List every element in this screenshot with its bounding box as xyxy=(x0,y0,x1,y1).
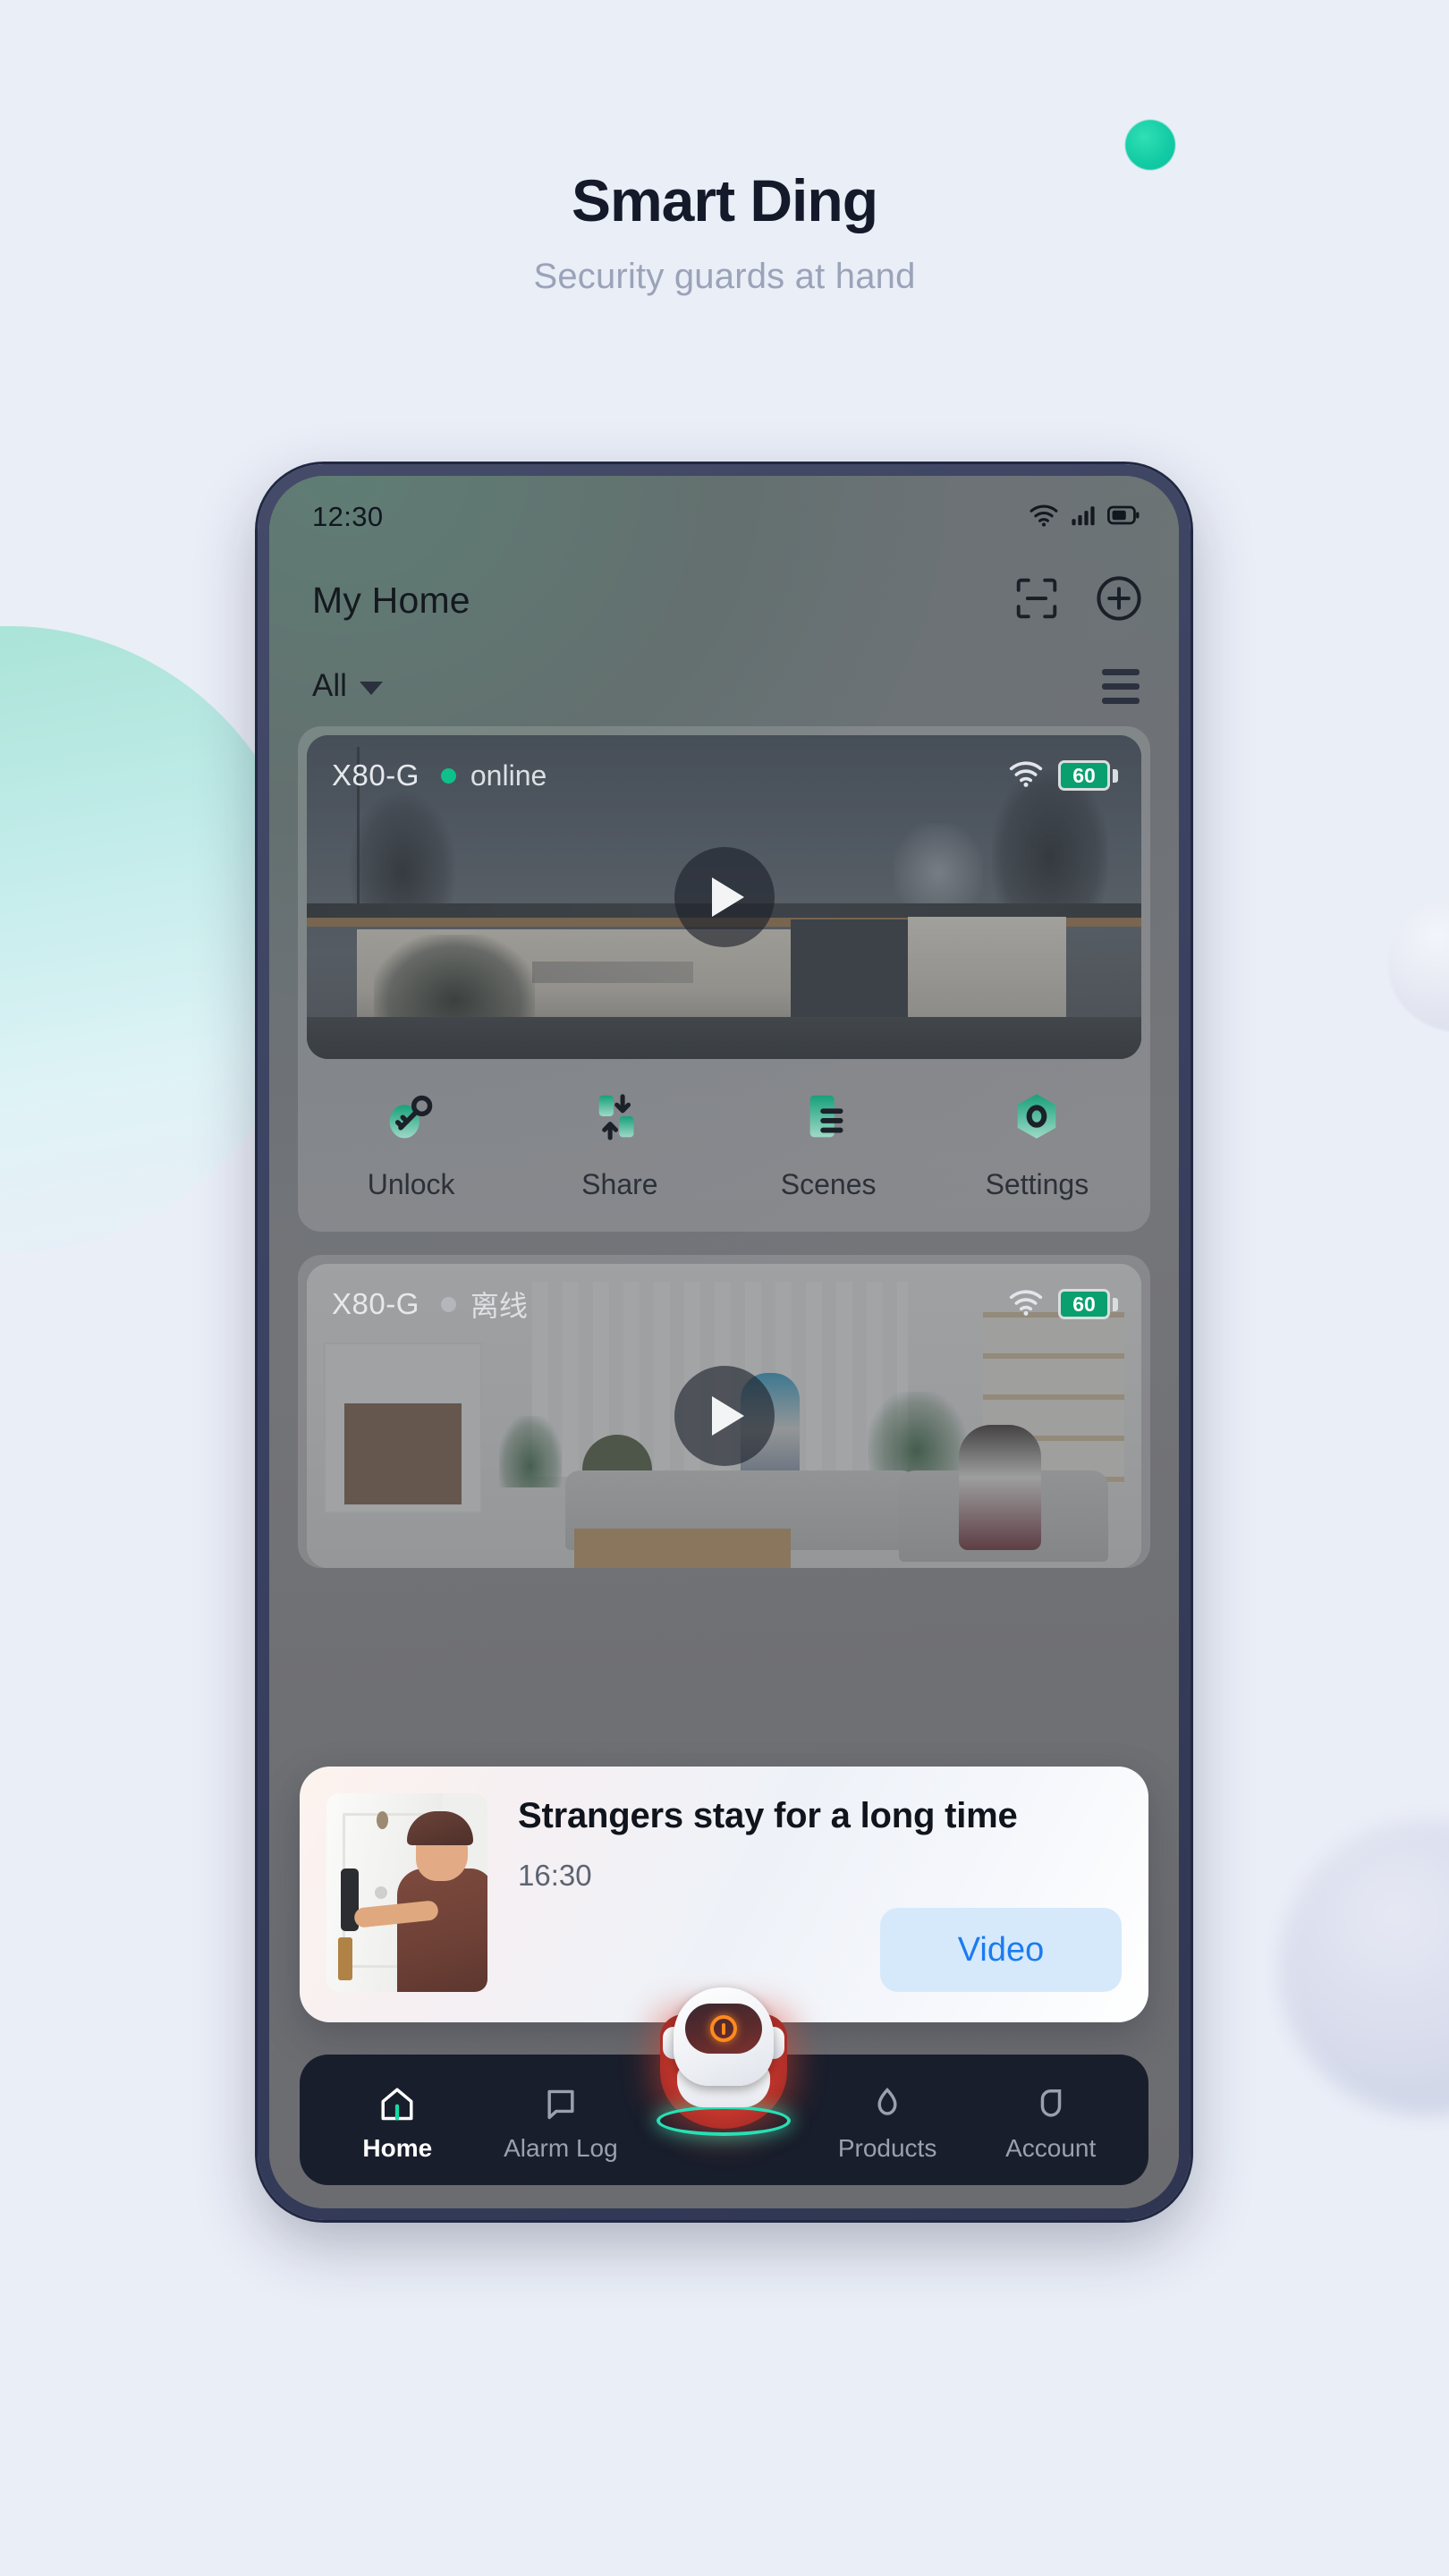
nav-label: Account xyxy=(1005,2134,1097,2162)
battery-icon xyxy=(1107,504,1140,530)
view-video-button[interactable]: Video xyxy=(880,1908,1122,1992)
filter-bar: All xyxy=(269,648,1179,724)
device-name: X80-G xyxy=(332,758,419,792)
robot-base-ring xyxy=(657,2106,792,2136)
battery-tip xyxy=(1113,768,1118,783)
alert-title: Strangers stay for a long time xyxy=(518,1796,1018,1835)
phone-screen: 12:30 My Home All X80-G online 60 Unlock… xyxy=(269,476,1179,2208)
device-identity: X80-G online xyxy=(332,758,547,792)
robot-alert-icon xyxy=(710,2015,738,2042)
alert-actions: Video xyxy=(518,1908,1122,1992)
app-bar: My Home xyxy=(269,558,1179,642)
key-unlock-icon xyxy=(379,1086,444,1150)
chat-bubble-icon xyxy=(541,2082,580,2123)
phone-mockup: 12:30 My Home All X80-G online 60 Unlock… xyxy=(258,464,1191,2220)
scan-icon xyxy=(1015,577,1058,624)
nav-label: Alarm Log xyxy=(504,2134,618,2162)
alert-content: Strangers stay for a long time 16:30 Vid… xyxy=(518,1793,1122,1992)
device-overlay-header: X80-G online 60 xyxy=(307,735,1141,816)
green-dot-decoration xyxy=(1125,120,1175,170)
action-label: Settings xyxy=(985,1168,1089,1200)
scan-button[interactable] xyxy=(1009,572,1064,628)
action-label: Unlock xyxy=(367,1168,455,1200)
page-subtitle: Security guards at hand xyxy=(533,256,916,296)
share-swap-icon xyxy=(588,1086,652,1150)
play-icon xyxy=(712,1396,744,1436)
status-bar-time: 12:30 xyxy=(312,501,384,532)
status-bar-icons xyxy=(1029,504,1140,531)
leaf-drop-icon xyxy=(868,2082,907,2123)
robot-visor xyxy=(685,2004,763,2054)
battery-indicator: 60 xyxy=(1058,760,1118,791)
person-outline-icon xyxy=(1031,2082,1071,2123)
status-bar: 12:30 xyxy=(269,476,1179,558)
home-icon xyxy=(377,2082,418,2123)
wifi-icon xyxy=(1008,1289,1044,1320)
device-action-row: Unlock Share Scenes Settings xyxy=(298,1059,1150,1232)
device-indicators: 60 xyxy=(1008,760,1118,792)
battery-indicator: 60 xyxy=(1058,1289,1118,1319)
nav-label: Home xyxy=(362,2134,433,2162)
chevron-down-icon xyxy=(359,681,383,695)
action-scenes[interactable]: Scenes xyxy=(724,1086,933,1201)
status-dot xyxy=(440,767,456,784)
nav-item-products[interactable]: Products xyxy=(806,2077,970,2163)
play-button[interactable] xyxy=(674,847,775,947)
plus-circle-icon xyxy=(1096,575,1142,626)
battery-level-label: 60 xyxy=(1058,1289,1110,1319)
hamburger-menu-icon[interactable] xyxy=(1102,668,1140,704)
device-video-thumbnail[interactable]: X80-G online 60 xyxy=(307,735,1141,1059)
nav-item-account[interactable]: Account xyxy=(969,2077,1132,2163)
small-sphere-decoration xyxy=(1388,898,1449,1032)
home-title: My Home xyxy=(312,579,470,621)
bottom-navigation: Home Alarm Log Products Account xyxy=(300,1987,1148,2185)
nav-item-home[interactable]: Home xyxy=(316,2077,479,2163)
play-icon xyxy=(712,877,744,917)
alert-thumbnail xyxy=(326,1793,487,1992)
large-sphere-decoration xyxy=(1279,1820,1449,2115)
device-video-thumbnail[interactable]: X80-G 离线 60 xyxy=(307,1264,1141,1568)
action-unlock[interactable]: Unlock xyxy=(307,1086,515,1201)
page-title: Smart Ding xyxy=(571,167,878,233)
nav-label: Products xyxy=(837,2134,937,2162)
device-filter-dropdown[interactable]: All xyxy=(312,668,383,704)
device-status-text: online xyxy=(470,758,547,792)
device-indicators: 60 xyxy=(1008,1289,1118,1320)
device-overlay-header: X80-G 离线 60 xyxy=(307,1264,1141,1344)
scenes-list-icon xyxy=(796,1086,860,1150)
add-device-button[interactable] xyxy=(1091,572,1147,628)
battery-level-label: 60 xyxy=(1058,760,1110,791)
cellular-signal-icon xyxy=(1071,504,1096,531)
action-label: Scenes xyxy=(780,1168,877,1200)
wifi-icon xyxy=(1029,504,1059,531)
wifi-icon xyxy=(1008,760,1044,792)
device-card[interactable]: X80-G 离线 60 xyxy=(298,1255,1150,1568)
assistant-robot-button[interactable] xyxy=(657,1980,792,2136)
settings-hexagon-icon xyxy=(1004,1086,1069,1150)
device-name: X80-G xyxy=(332,1287,419,1320)
action-share[interactable]: Share xyxy=(515,1086,724,1201)
device-filter-label: All xyxy=(312,668,347,703)
nav-item-alarm-log[interactable]: Alarm Log xyxy=(479,2077,643,2163)
battery-tip xyxy=(1113,1297,1118,1311)
status-dot xyxy=(440,1296,456,1312)
play-button[interactable] xyxy=(674,1366,775,1466)
action-label: Share xyxy=(581,1168,658,1200)
alert-time: 16:30 xyxy=(518,1859,592,1893)
device-card[interactable]: X80-G online 60 Unlock Share Scenes Sett… xyxy=(298,726,1150,1232)
app-bar-actions xyxy=(1009,572,1147,628)
action-settings[interactable]: Settings xyxy=(933,1086,1141,1201)
device-status-text: 离线 xyxy=(470,1290,528,1322)
device-identity: X80-G 离线 xyxy=(332,1284,528,1325)
page-header: Smart Ding Security guards at hand xyxy=(0,170,1449,297)
